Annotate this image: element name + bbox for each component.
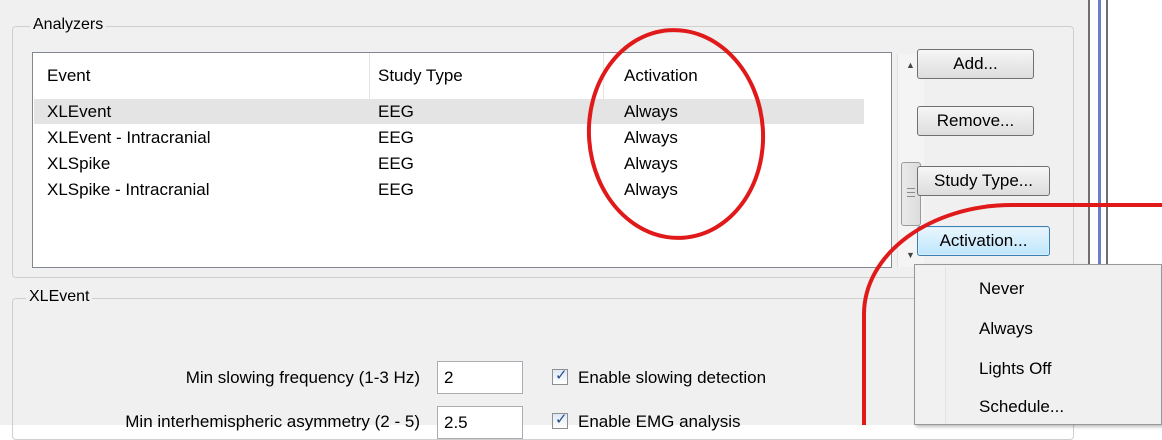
annotation-circle-activation-menu (862, 203, 1162, 425)
column-separator (369, 53, 370, 101)
scroll-up-arrow-icon[interactable]: ▲ (906, 60, 915, 70)
enable-slowing-detection-checkbox[interactable]: ✓ (552, 367, 568, 385)
study-type-cell: EEG (378, 180, 414, 199)
xlevent-group-label: XLEvent (26, 288, 93, 306)
add-button[interactable]: Add... (917, 49, 1034, 79)
min-slowing-frequency-input[interactable]: 2 (437, 361, 523, 394)
enable-slowing-detection-label: Enable slowing detection (578, 368, 767, 387)
checkmark-icon: ✓ (555, 367, 568, 384)
analyzers-list[interactable]: Event Study Type Activation XLEvent EEG … (32, 52, 924, 268)
scroll-grip-icon (907, 196, 915, 197)
scroll-grip-icon (907, 188, 915, 189)
analyzers-group-label: Analyzers (30, 16, 107, 34)
remove-button[interactable]: Remove... (917, 106, 1034, 136)
checkmark-icon: ✓ (555, 411, 568, 428)
column-header-event[interactable]: Event (47, 66, 90, 86)
column-header-study-type[interactable]: Study Type (378, 66, 463, 86)
study-type-cell: EEG (378, 154, 414, 173)
event-cell: XLEvent (47, 102, 112, 121)
enable-emg-analysis-label: Enable EMG analysis (578, 412, 741, 431)
min-slowing-frequency-label: Min slowing frequency (1-3 Hz) (185, 368, 420, 387)
study-type-cell: EEG (378, 128, 414, 147)
event-cell: XLSpike (47, 154, 111, 173)
event-cell: XLEvent - Intracranial (47, 128, 211, 147)
enable-emg-analysis-checkbox[interactable]: ✓ (552, 411, 568, 429)
study-type-cell: EEG (378, 102, 414, 121)
event-cell: XLSpike - Intracranial (47, 180, 210, 199)
study-type-button[interactable]: Study Type... (917, 166, 1050, 196)
min-interhemispheric-asymmetry-label: Min interhemispheric asymmetry (2 - 5) (125, 412, 420, 431)
min-interhemispheric-asymmetry-input[interactable]: 2.5 (437, 406, 523, 439)
scroll-grip-icon (907, 192, 915, 193)
